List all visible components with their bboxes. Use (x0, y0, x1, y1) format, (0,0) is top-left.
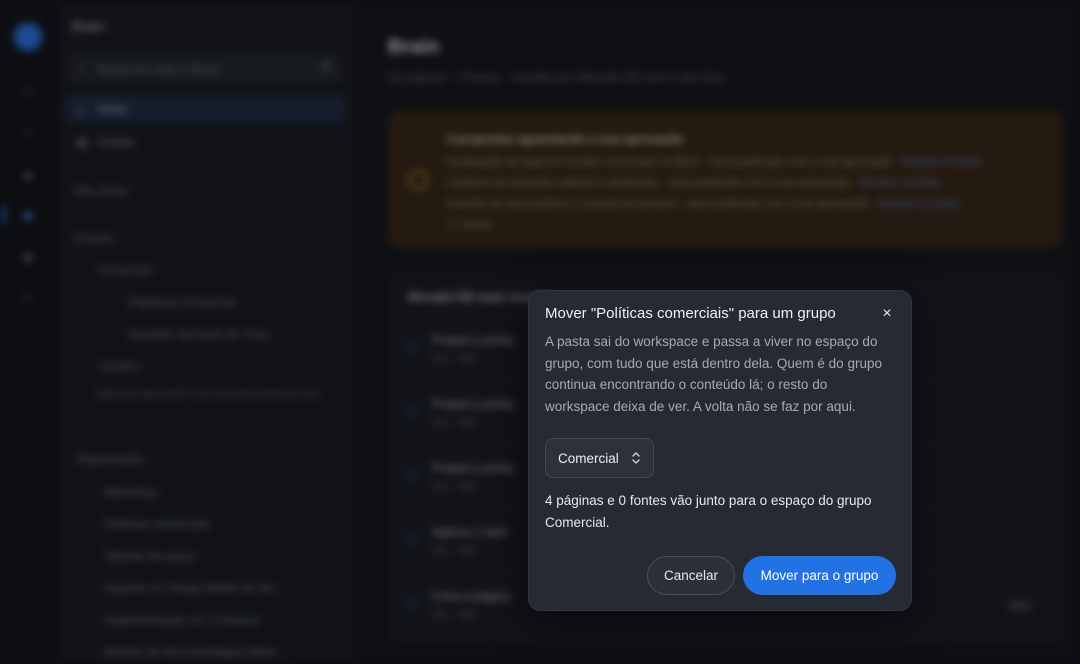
move-to-group-button[interactable]: Mover para o grupo (743, 556, 896, 595)
dialog-description: A pasta sai do workspace e passa a viver… (545, 334, 882, 414)
dialog-title: Mover "Políticas comerciais" para um gru… (545, 305, 836, 322)
chevron-up-down-icon (631, 449, 641, 467)
cancel-button[interactable]: Cancelar (647, 556, 735, 595)
group-select-value: Comercial (558, 451, 619, 466)
group-select[interactable]: Comercial (545, 438, 654, 478)
move-summary: 4 páginas e 0 fontes vão junto para o es… (545, 493, 872, 530)
close-icon[interactable]: × (877, 304, 897, 324)
move-to-group-dialog: Mover "Políticas comerciais" para um gru… (528, 290, 912, 611)
